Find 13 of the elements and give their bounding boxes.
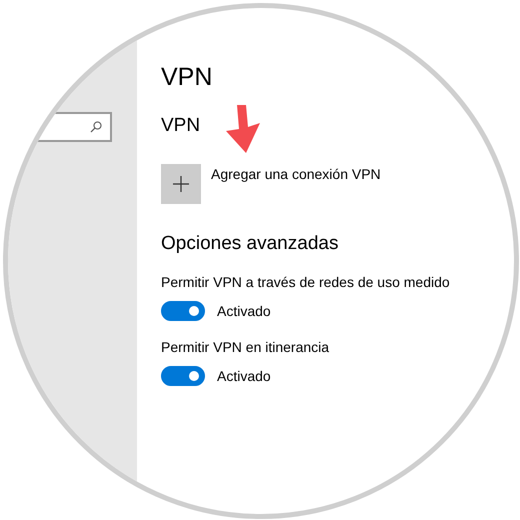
pointer-arrow [226,105,262,155]
section-heading: VPN [161,114,202,138]
plus-icon [173,176,189,192]
option-label: Permitir VPN en itinerancia [161,339,330,355]
page-title: VPN [161,62,214,93]
option-label: Permitir VPN a través de redes de uso medido [161,274,450,290]
toggle-state: Activado [217,368,271,384]
toggle-switch[interactable] [161,301,205,321]
search-icon [90,121,102,133]
toggle-state: Activado [217,303,271,319]
toggle-switch[interactable] [161,366,205,386]
section-heading: Opciones avanzadas [161,232,340,256]
add-connection-link[interactable]: Agregar una conexión VPN [211,166,381,182]
